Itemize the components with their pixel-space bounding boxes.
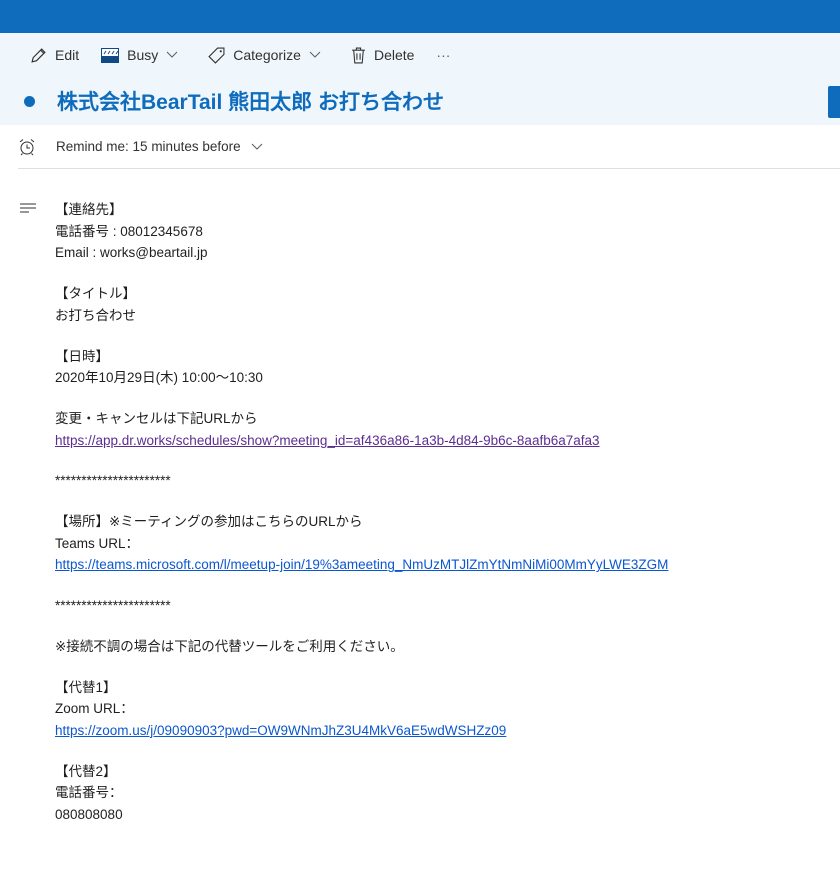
event-body: 【連絡先】電話番号 : 08012345678 Email : works@bea… [0, 169, 840, 826]
edit-label: Edit [55, 47, 80, 63]
notes-icon [20, 203, 36, 213]
event-title-row: 株式会社BearTail 熊田太郎 お打ち合わせ [0, 77, 840, 125]
date-heading: 【日時】 [55, 348, 109, 364]
contact-heading: 【連絡先】 [55, 202, 123, 217]
more-icon: ··· [436, 47, 451, 63]
alt2-phone: 080808080 [55, 807, 123, 823]
event-header: Edit Busy Categorize Delete ··· 株式会社Bear… [0, 33, 840, 125]
chevron-down-icon [309, 51, 321, 58]
alarm-clock-icon [19, 138, 35, 155]
alt2-heading: 【代替2】 [55, 763, 117, 779]
alt1-heading: 【代替1】 [55, 679, 117, 695]
change-text: 変更・キャンセルは下記URLから [55, 410, 258, 426]
event-title: 株式会社BearTail 熊田太郎 お打ち合わせ [57, 91, 444, 114]
title-heading: 【タイトル】 [55, 286, 136, 302]
delete-label: Delete [373, 47, 415, 63]
busy-status-icon [101, 47, 120, 63]
reminder-dropdown[interactable]: Remind me: 15 minutes before [18, 125, 840, 169]
separator: ********************** [55, 598, 171, 614]
contact-phone: 電話番号 : 08012345678 [55, 223, 203, 239]
title-text: お打ち合わせ [55, 307, 136, 323]
edit-button[interactable]: Edit [30, 47, 79, 64]
chevron-down-icon [251, 143, 262, 150]
separator: ********************** [55, 473, 171, 489]
zoom-label: Zoom URL： [55, 701, 134, 717]
change-link[interactable]: https://app.dr.works/schedules/show?meet… [55, 433, 600, 448]
categorize-label: Categorize [233, 47, 301, 63]
delete-button[interactable]: Delete [351, 47, 414, 64]
busy-label: Busy [127, 47, 159, 63]
categorize-dropdown[interactable]: Categorize [208, 47, 329, 64]
more-options-button[interactable]: ··· [436, 47, 450, 63]
side-action-button[interactable] [828, 86, 840, 118]
contact-email: Email : works@beartail.jp [55, 245, 208, 261]
pencil-icon [31, 47, 46, 63]
fallback-note: ※接続不調の場合は下記の代替ツールをご利用ください。 [55, 638, 404, 654]
zoom-link[interactable]: https://zoom.us/j/09090903?pwd=OW9WNmJhZ… [55, 723, 506, 738]
teams-label: Teams URL： [55, 535, 140, 551]
place-heading: 【場所】※ミーティングの参加はこちらのURLから [55, 514, 363, 530]
trash-icon [352, 47, 365, 63]
reminder-label: Remind me: [56, 139, 129, 154]
busy-dropdown[interactable]: Busy [101, 47, 186, 63]
toolbar: Edit Busy Categorize Delete ··· [0, 33, 840, 77]
teams-link[interactable]: https://teams.microsoft.com/l/meetup-joi… [55, 557, 668, 572]
alt2-label: 電話番号： [55, 785, 123, 801]
event-dot-icon [24, 95, 35, 107]
reminder-value: 15 minutes before [132, 139, 241, 154]
date-text: 2020年10月29日(木) 10:00〜10:30 [55, 370, 263, 386]
chevron-down-icon [166, 51, 178, 58]
tag-icon [208, 47, 225, 64]
top-bar [0, 0, 840, 33]
